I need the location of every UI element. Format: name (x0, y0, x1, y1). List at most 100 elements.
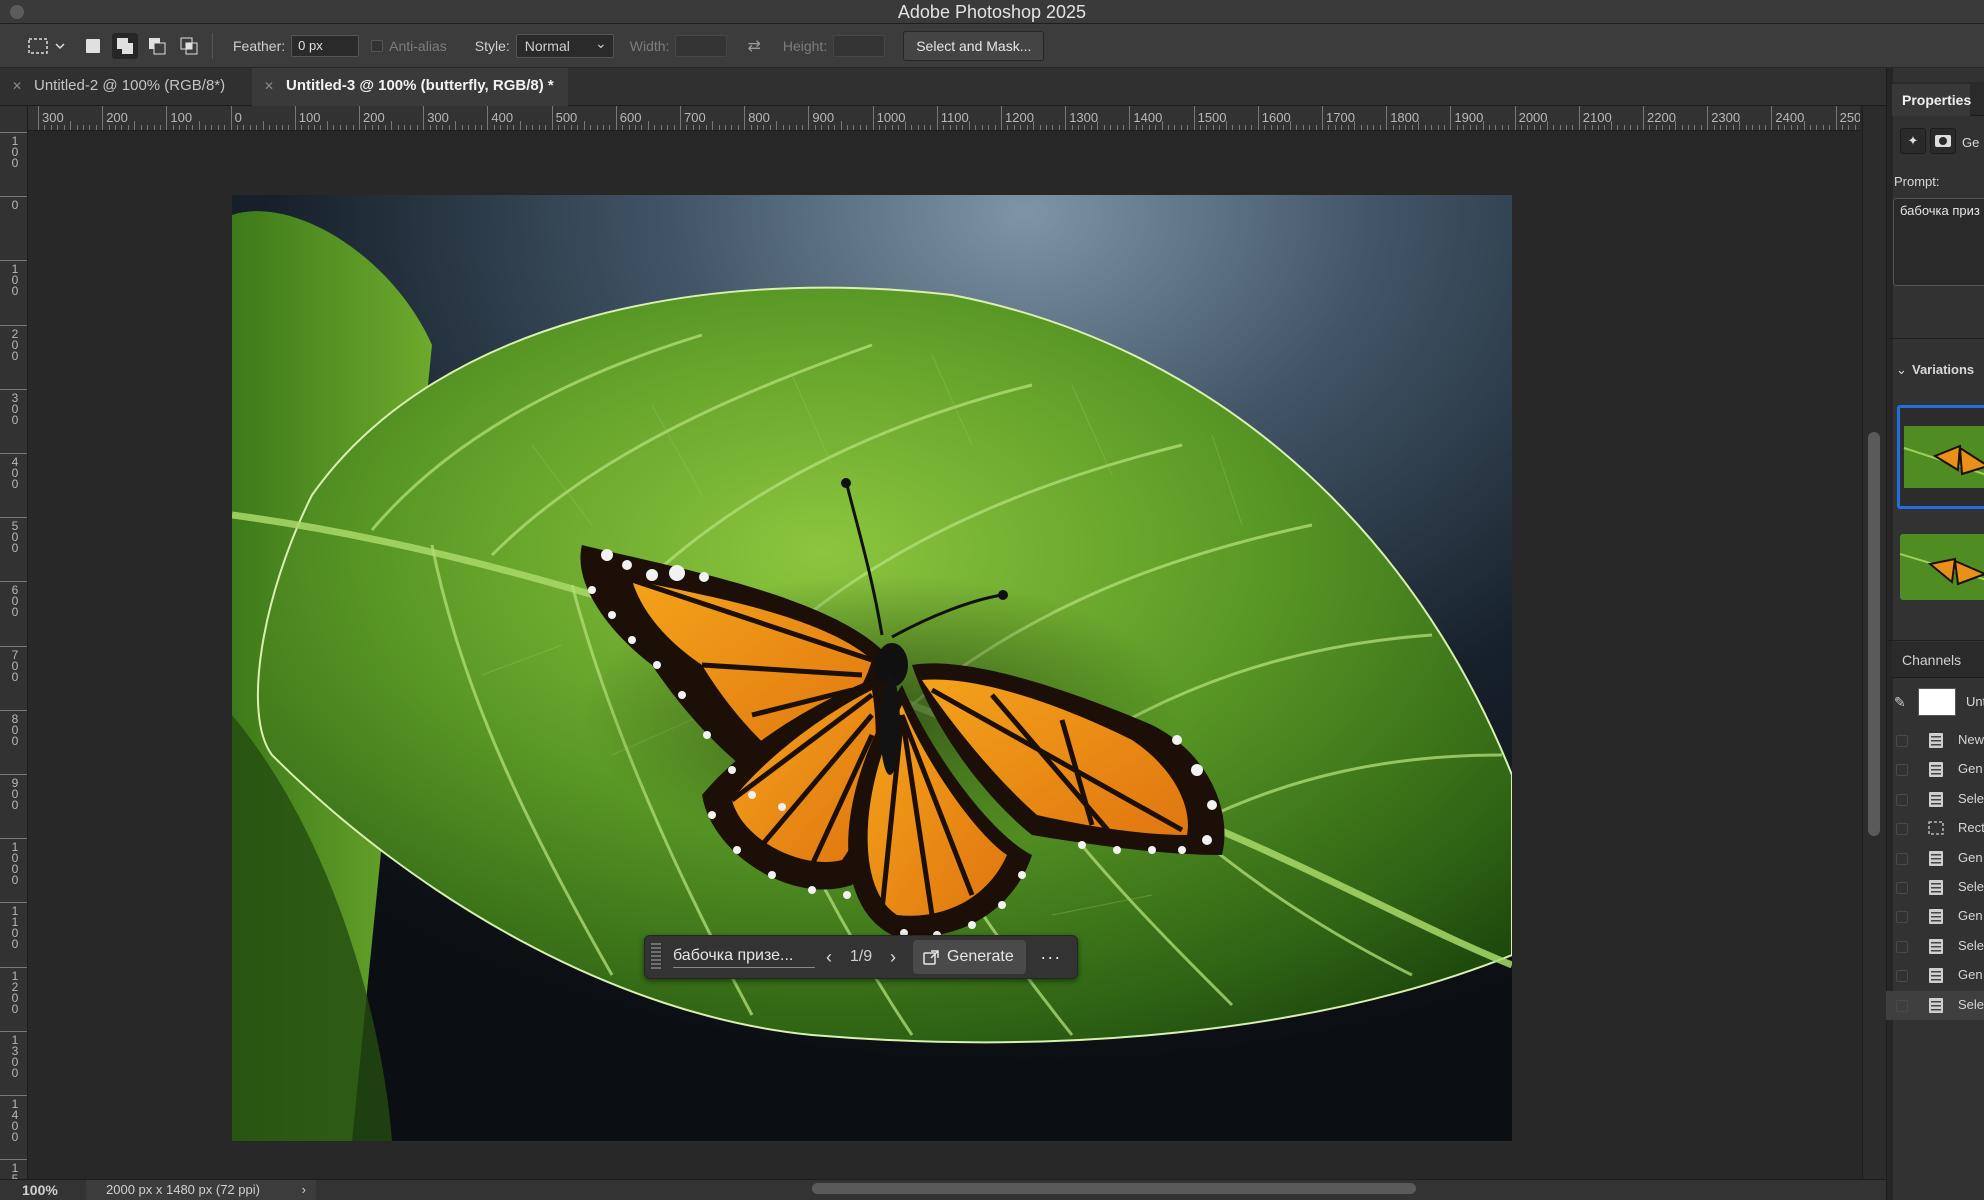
ruler-minor-tick (1167, 125, 1169, 130)
close-icon[interactable]: ✕ (264, 68, 274, 104)
swap-icon[interactable]: ⇄ (747, 36, 760, 56)
ruler-minor-tick (384, 125, 386, 130)
ruler-minor-tick (410, 125, 412, 130)
history-row[interactable]: Gen (1886, 755, 1984, 784)
history-row[interactable]: Sele (1886, 932, 1984, 961)
contextual-task-bar[interactable]: бабочка призе... ‹ 1/9 › Generate ··· (644, 935, 1078, 979)
history-checkbox[interactable] (1896, 735, 1908, 747)
ruler-tick (0, 1159, 27, 1161)
history-checkbox[interactable] (1896, 852, 1908, 865)
ruler-tick (551, 106, 553, 130)
ruler-minor-tick (1200, 125, 1202, 130)
ruler-minor-tick (1732, 125, 1734, 130)
ruler-tick (0, 1030, 27, 1032)
history-row[interactable]: Gen (1886, 902, 1984, 931)
ruler-minor-tick (525, 125, 527, 130)
vertical-scrollbar[interactable] (1868, 432, 1880, 836)
ruler-tick (808, 106, 810, 130)
generate-button[interactable]: Generate (913, 940, 1026, 974)
variation-thumbnail-2[interactable] (1900, 534, 1984, 600)
document-tab-bar: ✕ Untitled-2 @ 100% (RGB/8*) ✕ Untitled-… (0, 68, 1886, 106)
horizontal-ruler[interactable]: 300 200 100 0 100 200 300 400 500 600 700 800 900 100… (28, 106, 1860, 131)
prompt-textarea[interactable]: бабочка приз (1893, 198, 1984, 286)
horizontal-scrollbar[interactable] (812, 1183, 1416, 1194)
history-row[interactable]: Sele (1886, 990, 1984, 1020)
snapshot-label: Unt (1966, 694, 1984, 709)
history-checkbox[interactable] (1896, 882, 1908, 894)
prompt-field[interactable]: бабочка призе... (673, 947, 815, 968)
history-checkbox[interactable] (1896, 940, 1908, 953)
antialias-checkbox[interactable] (371, 39, 384, 52)
ruler-minor-tick (545, 125, 547, 130)
ruler-minor-tick (371, 125, 373, 130)
variation-thumbnail-1[interactable] (1897, 405, 1984, 509)
close-icon[interactable]: ✕ (12, 68, 22, 104)
mask-icon[interactable] (1930, 128, 1956, 154)
history-checkbox[interactable] (1896, 911, 1908, 924)
add-to-selection-button[interactable] (112, 32, 138, 59)
ruler-tick (0, 517, 27, 519)
ruler-minor-tick (50, 125, 52, 130)
style-select[interactable]: Normal (515, 32, 614, 58)
history-row[interactable]: Gen (1886, 844, 1984, 873)
tab-channels[interactable]: Channels (1892, 644, 1984, 676)
butterfly-image[interactable] (232, 195, 1512, 1141)
history-checkbox[interactable] (1896, 823, 1908, 836)
intersect-selection-button[interactable] (176, 33, 202, 59)
more-options-button[interactable]: ··· (1034, 947, 1068, 968)
ruler-minor-tick (1411, 125, 1413, 130)
select-and-mask-button[interactable]: Select and Mask... (903, 30, 1045, 61)
new-selection-button[interactable] (80, 33, 106, 59)
history-row[interactable]: Sele (1886, 785, 1984, 814)
ruler-label: 300 (427, 110, 449, 125)
ruler-minor-tick (307, 125, 309, 130)
ruler-minor-tick (237, 125, 239, 130)
window-close-button[interactable] (10, 5, 24, 19)
ruler-minor-tick (1071, 125, 1073, 130)
tab-untitled-3[interactable]: ✕ Untitled-3 @ 100% (butterfly, RGB/8) * (252, 68, 568, 106)
brush-icon[interactable]: ✎ (1894, 694, 1906, 711)
history-row[interactable]: Gen (1886, 961, 1984, 990)
previous-variation-button[interactable]: ‹ (815, 947, 843, 968)
history-checkbox[interactable] (1896, 999, 1908, 1012)
ruler-tick (0, 966, 27, 968)
next-variation-button[interactable]: › (879, 947, 907, 968)
document-info[interactable]: 2000 px x 1480 px (72 ppi) › (86, 1180, 316, 1200)
ruler-minor-tick (468, 125, 470, 130)
vertical-ruler[interactable]: 1000100200300400500600700800900100011001… (0, 106, 28, 1179)
history-row[interactable]: Sele (1886, 873, 1984, 902)
ruler-minor-tick (1424, 125, 1426, 130)
ruler-minor-tick (1521, 125, 1523, 130)
height-input[interactable] (833, 34, 886, 57)
drag-handle[interactable] (651, 943, 661, 971)
ruler-minor-tick (609, 125, 611, 130)
variations-chevron-icon[interactable]: ⌄ (1896, 362, 1907, 378)
generate-icon (923, 950, 939, 965)
feather-input[interactable]: 0 px (291, 34, 360, 57)
ruler-label: 1800 (1390, 110, 1420, 125)
variations-label: Variations (1912, 362, 1975, 377)
history-row[interactable]: New (1886, 726, 1984, 755)
ruler-tick (1065, 106, 1067, 130)
history-snapshot[interactable]: ✎ Unt (1886, 684, 1984, 720)
ruler-minor-tick (436, 125, 438, 130)
generative-fill-icon[interactable]: ✦ (1900, 128, 1926, 154)
history-row[interactable]: Rect (1886, 814, 1984, 843)
zoom-level[interactable]: 100% (22, 1182, 58, 1198)
ruler-minor-tick (1347, 125, 1349, 130)
ruler-minor-tick (795, 125, 797, 130)
subtract-selection-button[interactable] (144, 33, 170, 59)
ruler-minor-tick (879, 125, 881, 130)
history-checkbox[interactable] (1896, 764, 1908, 777)
history-checkbox[interactable] (1896, 970, 1908, 983)
ruler-minor-tick (1405, 125, 1407, 130)
ruler-minor-tick (352, 125, 354, 130)
history-checkbox[interactable] (1896, 793, 1908, 806)
tab-properties[interactable]: Properties (1892, 84, 1971, 116)
ruler-tick (1578, 106, 1580, 130)
ruler-minor-tick (988, 125, 990, 130)
marquee-tool-preset[interactable] (20, 30, 74, 62)
chevron-left-icon: ‹ (826, 946, 832, 967)
tab-untitled-2[interactable]: ✕ Untitled-2 @ 100% (RGB/8*) (0, 68, 239, 106)
width-input[interactable] (675, 34, 728, 57)
